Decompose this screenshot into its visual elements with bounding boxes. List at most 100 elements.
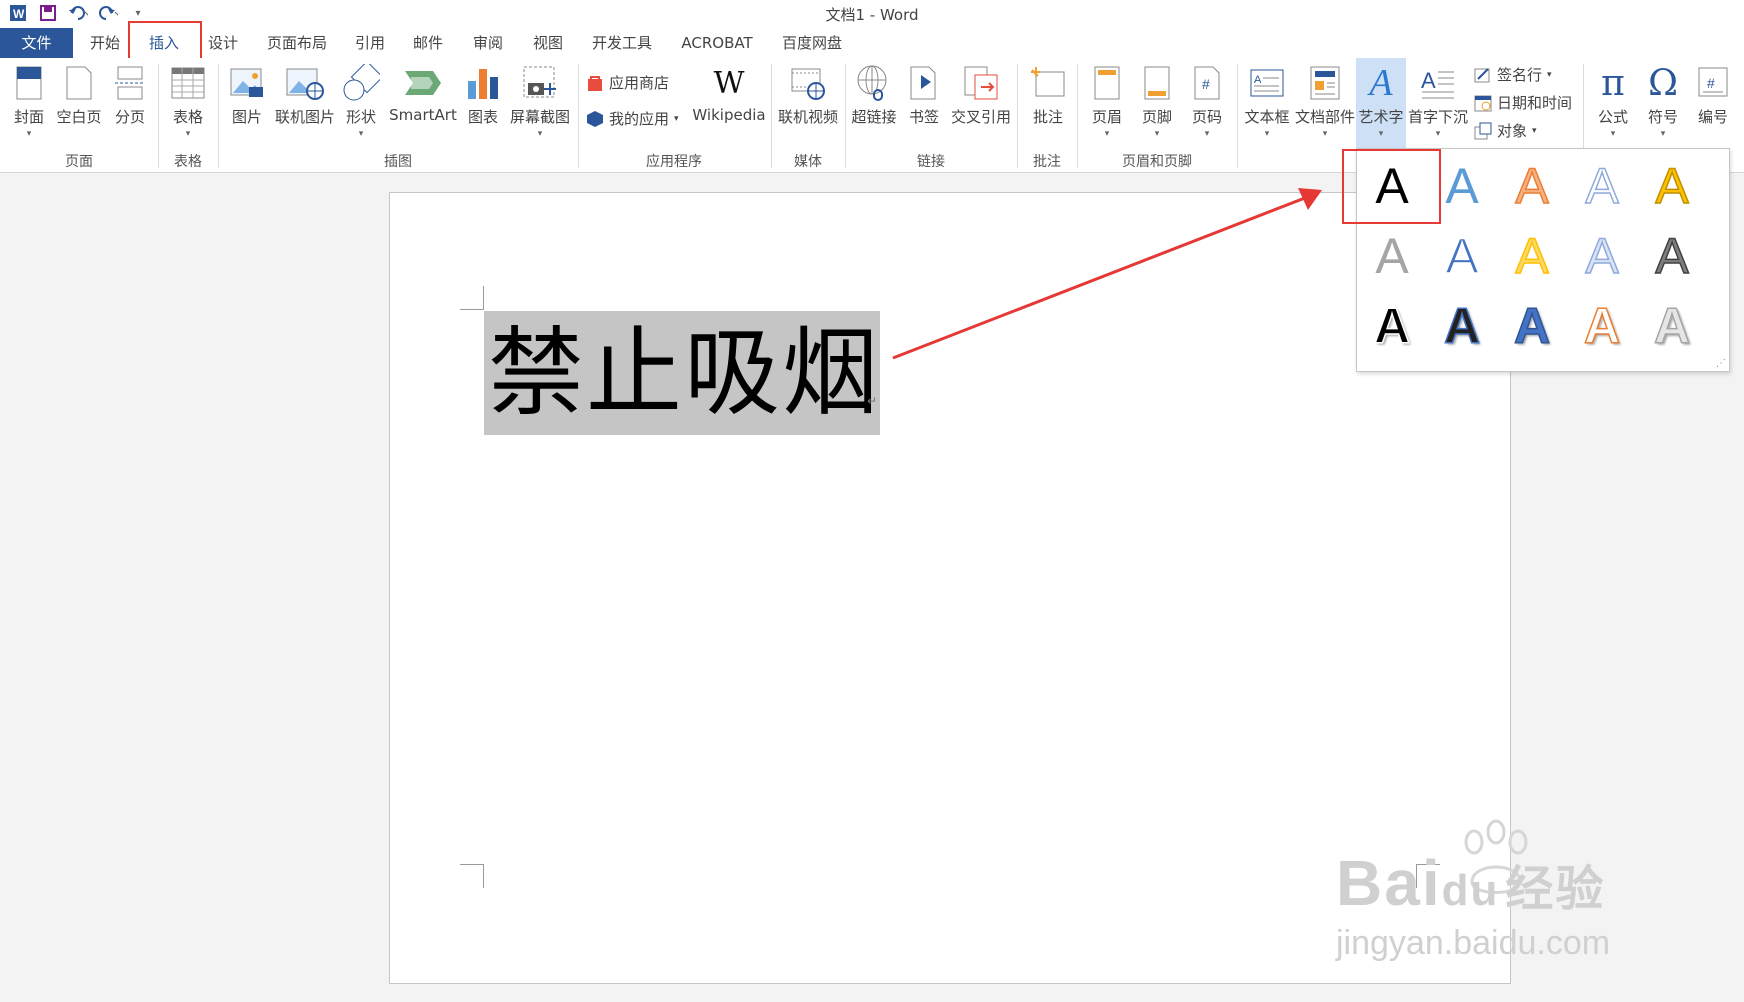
my-apps-button[interactable]: 我的应用 ▾: [586, 108, 679, 129]
wordart-style-7[interactable]: A: [1432, 225, 1492, 287]
cross-reference-label: 交叉引用: [950, 108, 1011, 126]
quick-parts-label: 文档部件: [1294, 108, 1355, 126]
online-picture-button[interactable]: 联机图片: [272, 62, 338, 127]
tab-home[interactable]: 开始: [80, 28, 130, 58]
annotation-arrow: [892, 188, 1322, 360]
chart-button[interactable]: 图表: [464, 62, 502, 127]
wikipedia-icon: W: [713, 65, 745, 101]
pi-icon: π: [1601, 62, 1625, 104]
object-label: 对象: [1497, 122, 1528, 140]
equation-button[interactable]: π 公式 ▾: [1590, 62, 1636, 140]
wordart-style-5[interactable]: A: [1642, 155, 1702, 217]
textbox-icon: A: [1249, 62, 1285, 104]
tab-mailings[interactable]: 邮件: [408, 28, 448, 58]
page-break-button[interactable]: 分页: [110, 62, 150, 127]
tab-file[interactable]: 文件: [0, 28, 73, 58]
wordart-style-13[interactable]: A: [1502, 295, 1562, 357]
symbol-button[interactable]: Ω 符号 ▾: [1640, 62, 1686, 140]
window-title: 文档1 - Word: [825, 6, 919, 24]
svg-text:A: A: [1421, 68, 1436, 93]
tab-baidu[interactable]: 百度网盘: [776, 28, 848, 58]
wordart-style-11[interactable]: A: [1362, 295, 1422, 357]
online-video-button[interactable]: 联机视频: [776, 62, 840, 127]
tab-view[interactable]: 视图: [528, 28, 568, 58]
wordart-button[interactable]: A 艺术字 ▾: [1356, 62, 1406, 139]
table-button[interactable]: 表格 ▾: [166, 62, 210, 139]
wordart-style-6[interactable]: A: [1362, 225, 1422, 287]
resize-grip-icon[interactable]: ⋰: [1716, 358, 1726, 369]
footer-button[interactable]: 页脚 ▾: [1138, 62, 1176, 139]
hyperlink-button[interactable]: 超链接: [850, 62, 898, 127]
wordart-style-9[interactable]: A: [1572, 225, 1632, 287]
online-video-label: 联机视频: [777, 108, 838, 126]
tab-review[interactable]: 审阅: [468, 28, 508, 58]
table-icon: [171, 62, 205, 104]
signature-line-button[interactable]: 签名行 ▾: [1474, 64, 1552, 85]
comment-icon: [1030, 62, 1066, 104]
margin-corner: [460, 286, 484, 310]
wordart-style-3[interactable]: A: [1502, 155, 1562, 217]
bookmark-label: 书签: [908, 108, 939, 126]
header-label: 页眉: [1091, 108, 1122, 126]
object-button[interactable]: 对象 ▾: [1474, 120, 1537, 141]
group-links-label: 链接: [917, 154, 945, 170]
screenshot-button[interactable]: 屏幕截图 ▾: [508, 62, 572, 139]
blank-page-button[interactable]: 空白页: [54, 62, 104, 127]
comment-button[interactable]: 批注: [1026, 62, 1070, 127]
selected-text[interactable]: 禁止吸烟: [484, 311, 880, 435]
page-number-icon: #: [1193, 62, 1221, 104]
tab-references[interactable]: 引用: [350, 28, 390, 58]
cover-icon: [15, 62, 43, 104]
drop-cap-label: 首字下沉: [1408, 108, 1469, 126]
wordart-style-8[interactable]: A: [1502, 225, 1562, 287]
wordart-style-12[interactable]: A: [1432, 295, 1492, 357]
comment-label: 批注: [1032, 108, 1063, 126]
app-store-label: 应用商店: [609, 74, 670, 92]
group-header-footer-label: 页眉和页脚: [1122, 154, 1192, 170]
page-break-label: 分页: [114, 108, 145, 126]
cover-button[interactable]: 封面 ▾: [10, 62, 48, 139]
my-apps-label: 我的应用: [609, 110, 670, 128]
chart-icon: [466, 62, 500, 104]
number-button[interactable]: # 编号: [1690, 62, 1736, 127]
separator: [1237, 64, 1238, 168]
textbox-button[interactable]: A 文本框 ▾: [1242, 62, 1292, 139]
cross-reference-button[interactable]: 交叉引用: [950, 62, 1012, 127]
group-comments-label: 批注: [1033, 154, 1061, 170]
picture-button[interactable]: 图片: [228, 62, 266, 127]
shapes-button[interactable]: 形状 ▾: [342, 62, 380, 139]
page-number-button[interactable]: # 页码 ▾: [1188, 62, 1226, 139]
watermark-url: jingyan.baidu.com: [1336, 924, 1611, 962]
page-break-icon: [115, 62, 145, 104]
wordart-style-14[interactable]: A: [1572, 295, 1632, 357]
group-media-label: 媒体: [794, 154, 822, 170]
tab-developer[interactable]: 开发工具: [586, 28, 658, 58]
wordart-style-10[interactable]: A: [1642, 225, 1702, 287]
bookmark-button[interactable]: 书签: [904, 62, 944, 127]
quick-parts-button[interactable]: 文档部件 ▾: [1294, 62, 1356, 139]
wordart-style-4[interactable]: A: [1572, 155, 1632, 217]
app-store-button[interactable]: 应用商店: [586, 72, 669, 93]
tab-design[interactable]: 设计: [200, 28, 246, 58]
header-button[interactable]: 页眉 ▾: [1088, 62, 1126, 139]
wikipedia-button[interactable]: W Wikipedia: [688, 62, 770, 125]
calendar-icon: [1474, 95, 1492, 111]
datetime-button[interactable]: 日期和时间: [1474, 92, 1572, 113]
drop-cap-button[interactable]: A 首字下沉 ▾: [1408, 62, 1468, 139]
tab-layout[interactable]: 页面布局: [262, 28, 332, 58]
cross-reference-icon: [963, 62, 999, 104]
wordart-icon: A: [1369, 62, 1393, 104]
tab-acrobat[interactable]: ACROBAT: [676, 28, 758, 58]
watermark-brand: Bai: [1336, 847, 1442, 919]
table-label: 表格: [172, 108, 203, 126]
screenshot-icon: [522, 62, 558, 104]
svg-text:#: #: [1202, 76, 1210, 92]
footer-label: 页脚: [1141, 108, 1172, 126]
hyperlink-label: 超链接: [851, 108, 897, 126]
wordart-style-2[interactable]: A: [1432, 155, 1492, 217]
textbox-label: 文本框: [1244, 108, 1290, 126]
wordart-style-15[interactable]: A: [1642, 295, 1702, 357]
smartart-button[interactable]: SmartArt: [388, 62, 458, 124]
svg-text:A: A: [1254, 74, 1262, 86]
signature-icon: [1474, 67, 1490, 82]
